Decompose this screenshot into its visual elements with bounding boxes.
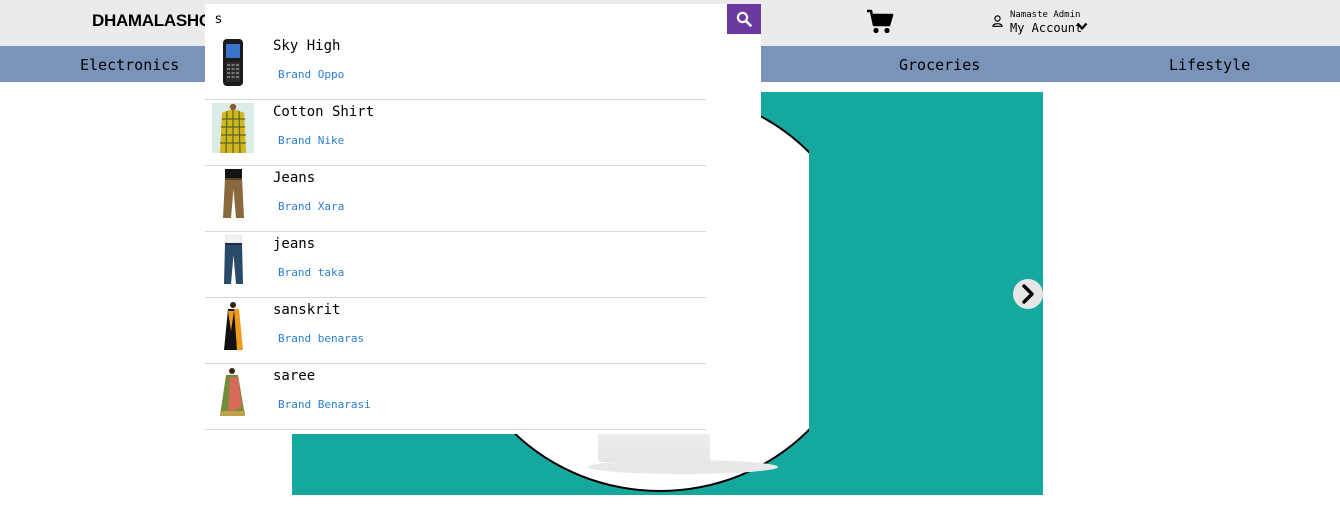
banner-background-strip — [809, 92, 869, 495]
suggestion-name: sanskrit — [273, 302, 341, 318]
suggestion-brand: Brand taka — [278, 266, 345, 279]
banner-product-shadow — [588, 460, 778, 474]
suggestion-name: Jeans — [273, 170, 316, 186]
suggestion-name: jeans — [273, 236, 316, 252]
account-greeting: Namaste Admin — [1010, 10, 1081, 20]
suggestion-brand: Brand Nike — [278, 134, 345, 147]
category-lifestyle[interactable]: Lifestyle — [1169, 56, 1250, 74]
trousers-icon — [223, 169, 244, 218]
category-electronics[interactable]: Electronics — [80, 56, 179, 74]
site-logo[interactable]: DHAMALASHOP — [92, 11, 223, 31]
suggestion-item[interactable]: Sky High Brand Oppo — [205, 34, 706, 100]
search-input[interactable] — [205, 4, 727, 34]
shirt-icon — [212, 103, 254, 153]
chevron-down-icon[interactable] — [1076, 22, 1088, 31]
suggestion-item[interactable]: jeans Brand taka — [205, 232, 706, 298]
suggestion-item[interactable]: Jeans Brand Xara — [205, 166, 706, 232]
suggestion-brand: Brand Xara — [278, 200, 345, 213]
mobile-phone-icon — [223, 39, 243, 86]
suggestion-name: saree — [273, 368, 316, 384]
jeans-icon — [224, 235, 243, 284]
user-icon — [992, 15, 1003, 27]
suggestion-name: Sky High — [273, 38, 341, 54]
suggestion-item[interactable]: saree Brand Benarasi — [205, 364, 706, 430]
suggestion-brand: Brand Oppo — [278, 68, 345, 81]
saree-icon — [220, 368, 245, 416]
search-suggestions-dropdown: Sky High Brand Oppo Cotton Shirt Brand N… — [205, 34, 761, 434]
my-account-label[interactable]: My Account — [1010, 21, 1082, 35]
suggestion-name: Cotton Shirt — [273, 104, 375, 120]
shopping-cart-icon — [867, 9, 894, 34]
suggestion-item[interactable]: Cotton Shirt Brand Nike — [205, 100, 706, 166]
carousel-next-button[interactable] — [1013, 279, 1043, 309]
cart-button[interactable] — [866, 9, 894, 35]
suggestion-brand: Brand Benarasi — [278, 398, 371, 411]
chevron-right-icon — [1022, 284, 1034, 304]
saree-icon — [224, 302, 243, 350]
search-icon — [736, 11, 752, 27]
suggestion-item[interactable]: sanskrit Brand benaras — [205, 298, 706, 364]
category-groceries[interactable]: Groceries — [899, 56, 980, 74]
suggestion-brand: Brand benaras — [278, 332, 365, 345]
search-button[interactable] — [727, 4, 761, 34]
